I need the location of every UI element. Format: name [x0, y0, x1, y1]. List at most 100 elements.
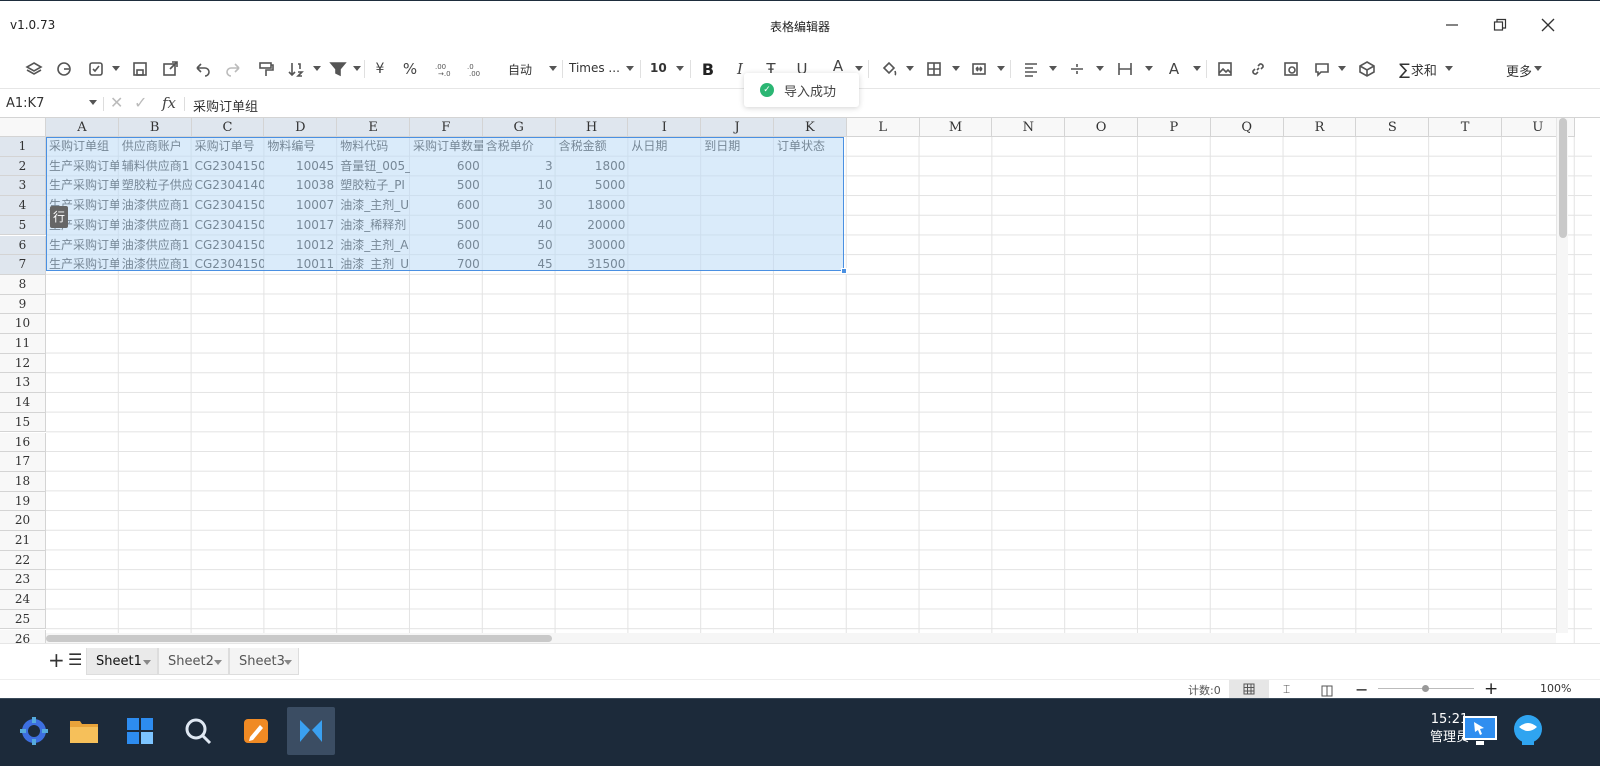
column-header[interactable]: N: [992, 118, 1066, 137]
data-cell[interactable]: [774, 196, 847, 215]
horizontal-scroll-thumb[interactable]: [46, 635, 552, 642]
data-cell[interactable]: 30000: [556, 236, 629, 255]
column-header[interactable]: L: [846, 118, 920, 137]
data-cell[interactable]: [701, 216, 774, 235]
decrease-decimal-button[interactable]: .00 →.0: [430, 56, 454, 82]
refresh-format-button[interactable]: [52, 56, 76, 82]
sort-button[interactable]: [284, 56, 308, 82]
row-header[interactable]: 21: [0, 531, 46, 551]
data-cell[interactable]: 3: [483, 157, 556, 176]
sort-dropdown-icon[interactable]: [313, 66, 321, 71]
row-header[interactable]: 14: [0, 393, 46, 413]
column-header[interactable]: P: [1138, 118, 1211, 137]
data-cell[interactable]: 塑胶粒子供应商: [119, 176, 192, 195]
formula-input[interactable]: 采购订单组: [193, 96, 258, 115]
data-cell[interactable]: [628, 216, 701, 235]
row-header[interactable]: 10: [0, 314, 46, 334]
column-header[interactable]: J: [701, 118, 774, 137]
more-dropdown-icon[interactable]: [1534, 66, 1542, 71]
data-cell[interactable]: 18000: [556, 196, 629, 215]
data-cell[interactable]: [628, 236, 701, 255]
data-cell[interactable]: CG23041500: [192, 157, 265, 176]
data-cell[interactable]: 10045: [264, 157, 337, 176]
row-header[interactable]: 15: [0, 412, 46, 433]
text-wrap-button[interactable]: [1114, 56, 1136, 82]
sheet-tab-dropdown-icon[interactable]: [143, 660, 151, 665]
data-cell[interactable]: CG23041500: [192, 216, 265, 235]
cancel-edit-icon[interactable]: ✕: [110, 93, 123, 112]
row-header[interactable]: 3: [0, 176, 46, 197]
close-button[interactable]: [1530, 11, 1566, 39]
row-header[interactable]: 22: [0, 550, 46, 571]
row-header[interactable]: 8: [0, 274, 46, 295]
data-cell[interactable]: 生产采购订单组: [46, 176, 119, 195]
data-cell[interactable]: 油漆_主剂_U: [337, 196, 410, 215]
format-painter-button[interactable]: [254, 56, 278, 82]
search-button[interactable]: [176, 709, 220, 753]
header-cell[interactable]: 供应商账户: [119, 137, 192, 156]
data-cell[interactable]: [701, 196, 774, 215]
data-cell[interactable]: [701, 176, 774, 195]
data-cell[interactable]: [628, 157, 701, 176]
filter-button[interactable]: [326, 56, 350, 82]
fill-handle[interactable]: [841, 268, 847, 274]
data-cell[interactable]: [628, 196, 701, 215]
font-color-dropdown-icon[interactable]: [855, 66, 863, 71]
header-cell[interactable]: 物料代码: [337, 137, 410, 156]
spreadsheet-grid[interactable]: ABCDEFGHIJKLMNOPQRSTU 1 2 3 4 5 6 7 8 9 10 11 12 13 1…: [0, 118, 1592, 648]
data-cell[interactable]: [774, 176, 847, 195]
row-header[interactable]: 17: [0, 452, 46, 472]
sheet-tab-dropdown-icon[interactable]: [284, 660, 292, 665]
export-button[interactable]: [158, 56, 182, 82]
confirm-edit-icon[interactable]: ✓: [134, 93, 147, 112]
fill-color-dropdown-icon[interactable]: [906, 66, 914, 71]
font-family-select[interactable]: Times ...: [569, 61, 620, 75]
data-cell[interactable]: 31500: [556, 255, 629, 274]
horizontal-align-dropdown-icon[interactable]: [1049, 66, 1057, 71]
data-cell[interactable]: 5000: [556, 176, 629, 195]
column-header[interactable]: D: [264, 118, 338, 137]
sheet-list-icon[interactable]: ☰: [68, 650, 82, 669]
column-header[interactable]: F: [410, 118, 483, 137]
row-header[interactable]: 2: [0, 156, 46, 177]
data-cell[interactable]: 600: [410, 196, 483, 215]
header-cell[interactable]: 订单状态: [774, 137, 847, 156]
minimize-button[interactable]: [1434, 11, 1470, 39]
data-cell[interactable]: 10017: [264, 216, 337, 235]
data-cell[interactable]: [701, 255, 774, 274]
checkbox-dropdown-icon[interactable]: [112, 66, 120, 71]
zoom-slider-knob[interactable]: [1422, 685, 1429, 692]
borders-dropdown-icon[interactable]: [952, 66, 960, 71]
data-cell[interactable]: 50: [483, 236, 556, 255]
row-header[interactable]: 9: [0, 294, 46, 315]
header-cell[interactable]: 物料编号: [264, 137, 337, 156]
data-cell[interactable]: [774, 216, 847, 235]
text-rotate-button[interactable]: A: [1163, 56, 1185, 82]
data-cell[interactable]: 1800: [556, 157, 629, 176]
vertical-scroll-thumb[interactable]: [1559, 118, 1567, 238]
start-menu-button[interactable]: [12, 709, 56, 753]
percent-format-button[interactable]: %: [398, 56, 422, 82]
font-size-dropdown-icon[interactable]: [676, 66, 684, 71]
data-cell[interactable]: [774, 255, 847, 274]
data-cell[interactable]: CG23041500: [192, 196, 265, 215]
data-cell[interactable]: 辅料供应商1: [119, 157, 192, 176]
restore-button[interactable]: [1482, 11, 1518, 39]
text-editor-button[interactable]: [234, 709, 278, 753]
column-header[interactable]: T: [1429, 118, 1502, 137]
number-format-dropdown-icon[interactable]: [549, 66, 557, 71]
data-cell[interactable]: 700: [410, 255, 483, 274]
currency-format-button[interactable]: ¥: [368, 56, 392, 82]
data-cell[interactable]: 600: [410, 157, 483, 176]
row-header[interactable]: 6: [0, 235, 46, 256]
name-box[interactable]: A1:K7: [6, 96, 44, 111]
vertical-align-button[interactable]: [1066, 56, 1088, 82]
column-header[interactable]: M: [919, 118, 993, 137]
app-store-button[interactable]: [118, 709, 162, 753]
row-header[interactable]: 24: [0, 590, 46, 610]
column-header[interactable]: E: [337, 118, 410, 137]
row-header[interactable]: 18: [0, 471, 46, 492]
data-cell[interactable]: 油漆供应商1: [119, 255, 192, 274]
data-cell[interactable]: [628, 176, 701, 195]
header-cell[interactable]: 到日期: [701, 137, 774, 156]
